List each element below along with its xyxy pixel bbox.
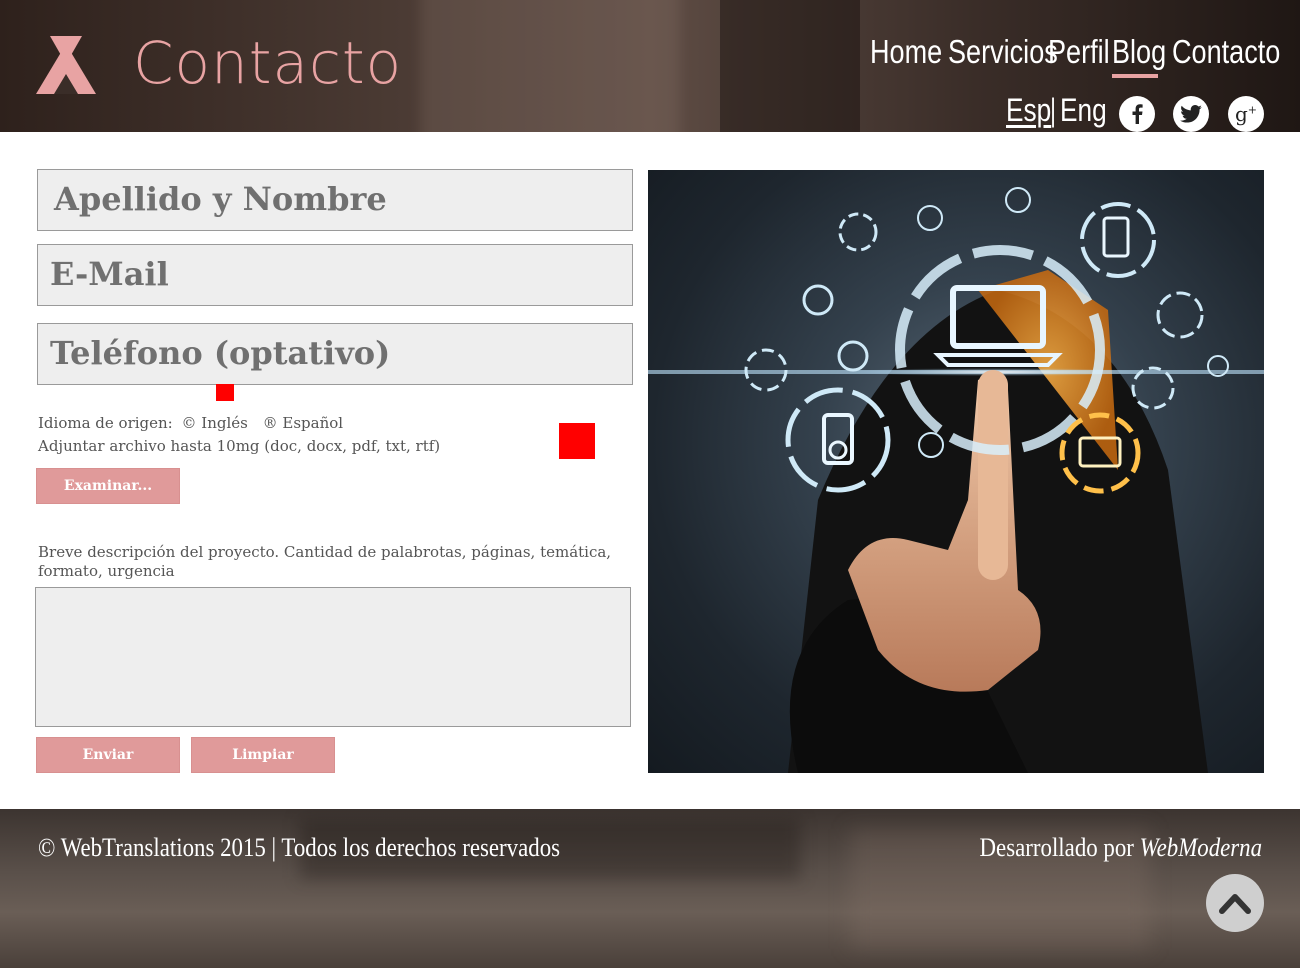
description-textarea[interactable] bbox=[35, 587, 631, 727]
scroll-to-top-button[interactable] bbox=[1206, 874, 1264, 932]
origin-language-label: Idioma de origen: bbox=[38, 414, 173, 432]
google-plus-icon[interactable]: g+ bbox=[1228, 96, 1264, 132]
description-label: Breve descripción del proyecto. Cantidad… bbox=[38, 543, 612, 580]
page-title: Contacto bbox=[133, 29, 403, 97]
lang-separator: | bbox=[1050, 92, 1056, 128]
touch-interface-illustration bbox=[648, 187, 1264, 773]
error-marker-large bbox=[559, 423, 595, 459]
nav-home[interactable]: Home bbox=[870, 30, 942, 74]
chevron-up-icon bbox=[1219, 894, 1251, 914]
site-header: Contacto Home Servicios Perfil Blog Cont… bbox=[0, 0, 1300, 132]
header-background bbox=[420, 0, 680, 132]
twitter-icon[interactable] bbox=[1173, 96, 1209, 132]
header-background-shadow bbox=[720, 0, 860, 132]
nav-perfil[interactable]: Perfil bbox=[1048, 30, 1110, 74]
nav-servicios[interactable]: Servicios bbox=[948, 30, 1058, 74]
hero-image bbox=[648, 170, 1264, 773]
main-nav: Home Servicios Perfil Blog Contacto bbox=[870, 30, 1280, 78]
browse-button[interactable]: Examinar... bbox=[36, 468, 180, 504]
nav-contacto[interactable]: Contacto bbox=[1172, 30, 1280, 74]
lang-esp[interactable]: Esp bbox=[1006, 88, 1051, 132]
send-button[interactable]: Enviar bbox=[36, 737, 180, 773]
developer-prefix: Desarrollado por bbox=[979, 833, 1134, 862]
site-footer: © WebTranslations 2015 | Todos los derec… bbox=[0, 809, 1300, 968]
radio-espanol[interactable]: ® Español bbox=[263, 414, 343, 432]
phone-field[interactable]: Teléfono (optativo) bbox=[37, 323, 633, 385]
facebook-icon[interactable] bbox=[1119, 96, 1155, 132]
active-indicator bbox=[1112, 74, 1158, 78]
nav-blog[interactable]: Blog bbox=[1112, 30, 1166, 78]
origin-language-row: Idioma de origen: © Inglés ® Español bbox=[38, 413, 343, 433]
error-marker bbox=[216, 384, 234, 401]
radio-ingles[interactable]: © Inglés bbox=[182, 414, 248, 432]
name-field[interactable]: Apellido y Nombre bbox=[37, 169, 633, 231]
copyright-text: © WebTranslations 2015 | Todos los derec… bbox=[38, 833, 561, 862]
email-field[interactable]: E-Mail bbox=[37, 244, 633, 306]
developer-credit: Desarrollado por WebModerna bbox=[979, 833, 1262, 863]
lang-eng[interactable]: Eng bbox=[1060, 88, 1107, 132]
clear-button[interactable]: Limpiar bbox=[191, 737, 335, 773]
attach-label: Adjuntar archivo hasta 10mg (doc, docx, … bbox=[38, 437, 441, 455]
logo-icon[interactable] bbox=[36, 36, 96, 96]
language-switch: Esp | Eng bbox=[1006, 88, 1117, 132]
developer-link[interactable]: WebModerna bbox=[1140, 833, 1262, 862]
